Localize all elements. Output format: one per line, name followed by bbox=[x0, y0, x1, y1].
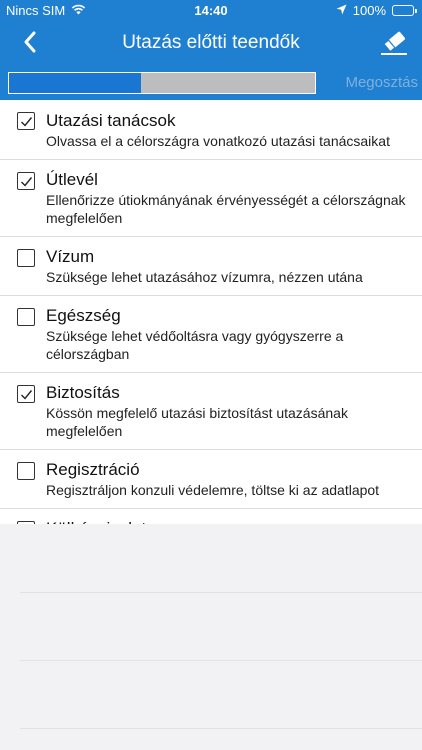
checklist-item[interactable]: Útlevél Ellenőrizze útiokmányának érvénye… bbox=[0, 160, 422, 237]
checklist-item-description: Regisztráljon konzuli védelemre, töltse … bbox=[46, 482, 380, 498]
checkmark-icon bbox=[20, 116, 32, 127]
back-button[interactable] bbox=[14, 28, 46, 60]
empty-list-area bbox=[0, 524, 422, 750]
location-arrow-icon bbox=[336, 3, 347, 18]
progress-bar bbox=[8, 72, 316, 94]
checkbox-unchecked[interactable] bbox=[17, 249, 35, 267]
checklist-item-description: Olvassa el a célországra vonatkozó utazá… bbox=[46, 133, 390, 149]
checklist-item[interactable]: Egészség Szüksége lehet védőoltásra vagy … bbox=[0, 296, 422, 373]
checkmark-icon bbox=[20, 389, 32, 400]
empty-row-divider bbox=[20, 660, 422, 661]
eraser-icon bbox=[379, 28, 409, 61]
checkbox-unchecked[interactable] bbox=[17, 462, 35, 480]
battery-icon bbox=[392, 5, 417, 16]
checkmark-icon bbox=[20, 176, 32, 187]
share-button[interactable]: Megosztás bbox=[322, 74, 418, 91]
checklist-item[interactable]: Vízum Szüksége lehet utazásához vízumra, … bbox=[0, 237, 422, 296]
checklist-item-title: Regisztráció bbox=[46, 460, 140, 479]
checklist-item-title: Vízum bbox=[46, 247, 95, 266]
checkbox-unchecked[interactable] bbox=[17, 308, 35, 326]
status-bar: Nincs SIM 14:40 100% bbox=[0, 0, 422, 22]
status-right: 100% bbox=[336, 3, 417, 18]
navigation-bar: Utazás előtti teendők bbox=[0, 22, 422, 66]
empty-row-divider bbox=[20, 592, 422, 593]
page-title: Utazás előtti teendők bbox=[122, 32, 300, 53]
checkbox-checked[interactable] bbox=[17, 385, 35, 403]
checklist-item[interactable]: Utazási tanácsok Olvassa el a célországra… bbox=[0, 100, 422, 160]
checklist-item-title: Biztosítás bbox=[46, 383, 120, 402]
checklist-item-description: Kössön megfelelő utazási biztosítást uta… bbox=[46, 405, 348, 439]
progress-fill bbox=[9, 73, 141, 93]
checkbox-checked[interactable] bbox=[17, 112, 35, 130]
progress-row: Megosztás bbox=[0, 68, 422, 100]
checklist-item-title: Útlevél bbox=[46, 170, 98, 189]
checklist-item[interactable]: Regisztráció Regisztráljon konzuli védele… bbox=[0, 450, 422, 509]
checklist-item-title: Utazási tanácsok bbox=[46, 111, 176, 130]
chevron-left-icon bbox=[23, 31, 37, 58]
empty-row-divider bbox=[20, 728, 422, 729]
checklist-item-description: Szüksége lehet védőoltásra vagy gyógysze… bbox=[46, 328, 344, 362]
checklist-item-title: Egészség bbox=[46, 306, 121, 325]
checklist: Utazási tanácsok Olvassa el a célországra… bbox=[0, 100, 422, 585]
battery-label: 100% bbox=[352, 3, 386, 18]
app-header: Nincs SIM 14:40 100% Utazás előtti teend… bbox=[0, 0, 422, 100]
checklist-item-description: Ellenőrizze útiokmányának érvényességét … bbox=[46, 192, 406, 226]
clear-button[interactable] bbox=[376, 26, 412, 62]
checklist-item-description: Szüksége lehet utazásához vízumra, nézze… bbox=[46, 269, 363, 285]
checkbox-checked[interactable] bbox=[17, 172, 35, 190]
checklist-item[interactable]: Biztosítás Kössön megfelelő utazási bizto… bbox=[0, 373, 422, 450]
